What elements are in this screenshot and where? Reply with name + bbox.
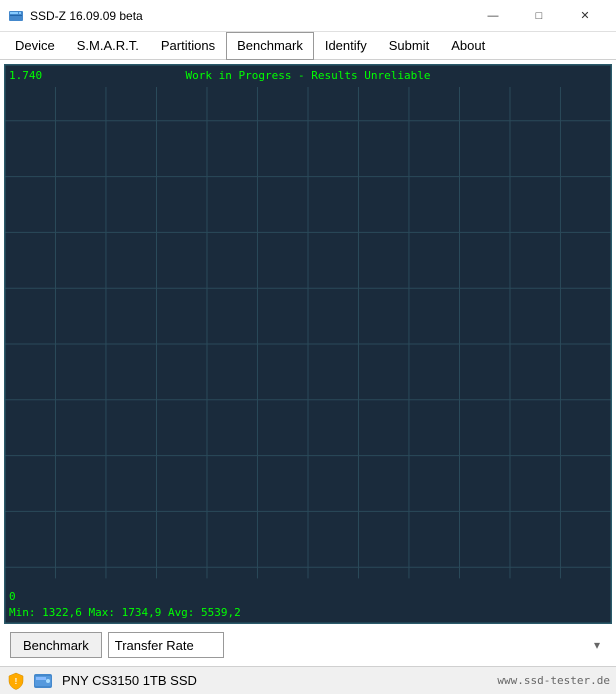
menu-device[interactable]: Device <box>4 32 66 60</box>
maximize-button[interactable]: □ <box>516 0 562 32</box>
transfer-rate-dropdown-wrapper: Transfer Rate Random Read Random Write <box>108 632 606 658</box>
menu-benchmark[interactable]: Benchmark <box>226 32 314 60</box>
shield-icon: ! <box>6 671 26 691</box>
menu-smart[interactable]: S.M.A.R.T. <box>66 32 150 60</box>
chart-area: 1.740 Work in Progress - Results Unrelia… <box>4 64 612 624</box>
transfer-rate-dropdown[interactable]: Transfer Rate Random Read Random Write <box>108 632 224 658</box>
svg-text:!: ! <box>15 677 18 686</box>
titlebar: SSD-Z 16.09.09 beta — □ ✕ <box>0 0 616 32</box>
menu-identify[interactable]: Identify <box>314 32 378 60</box>
main-content: 1.740 Work in Progress - Results Unrelia… <box>0 60 616 694</box>
window-controls: — □ ✕ <box>470 0 608 32</box>
chart-svg <box>5 65 611 623</box>
minimize-button[interactable]: — <box>470 0 516 32</box>
menu-partitions[interactable]: Partitions <box>150 32 226 60</box>
statusbar: ! PNY CS3150 1TB SSD www.ssd-tester.de <box>0 666 616 694</box>
chart-max-value: 1.740 <box>9 69 42 82</box>
drive-icon <box>34 674 52 688</box>
toolbar: Benchmark Transfer Rate Random Read Rand… <box>4 628 612 662</box>
chart-min-value: 0 <box>9 590 16 603</box>
app-icon <box>8 8 24 24</box>
benchmark-button[interactable]: Benchmark <box>10 632 102 658</box>
menu-about[interactable]: About <box>440 32 496 60</box>
website-label: www.ssd-tester.de <box>497 674 610 687</box>
chart-stats: Min: 1322,6 Max: 1734,9 Avg: 5539,2 <box>9 606 241 619</box>
close-button[interactable]: ✕ <box>562 0 608 32</box>
menu-submit[interactable]: Submit <box>378 32 440 60</box>
device-name: PNY CS3150 1TB SSD <box>62 673 489 688</box>
window-title: SSD-Z 16.09.09 beta <box>30 9 470 23</box>
chart-title: Work in Progress - Results Unreliable <box>185 69 430 82</box>
menubar: Device S.M.A.R.T. Partitions Benchmark I… <box>0 32 616 60</box>
